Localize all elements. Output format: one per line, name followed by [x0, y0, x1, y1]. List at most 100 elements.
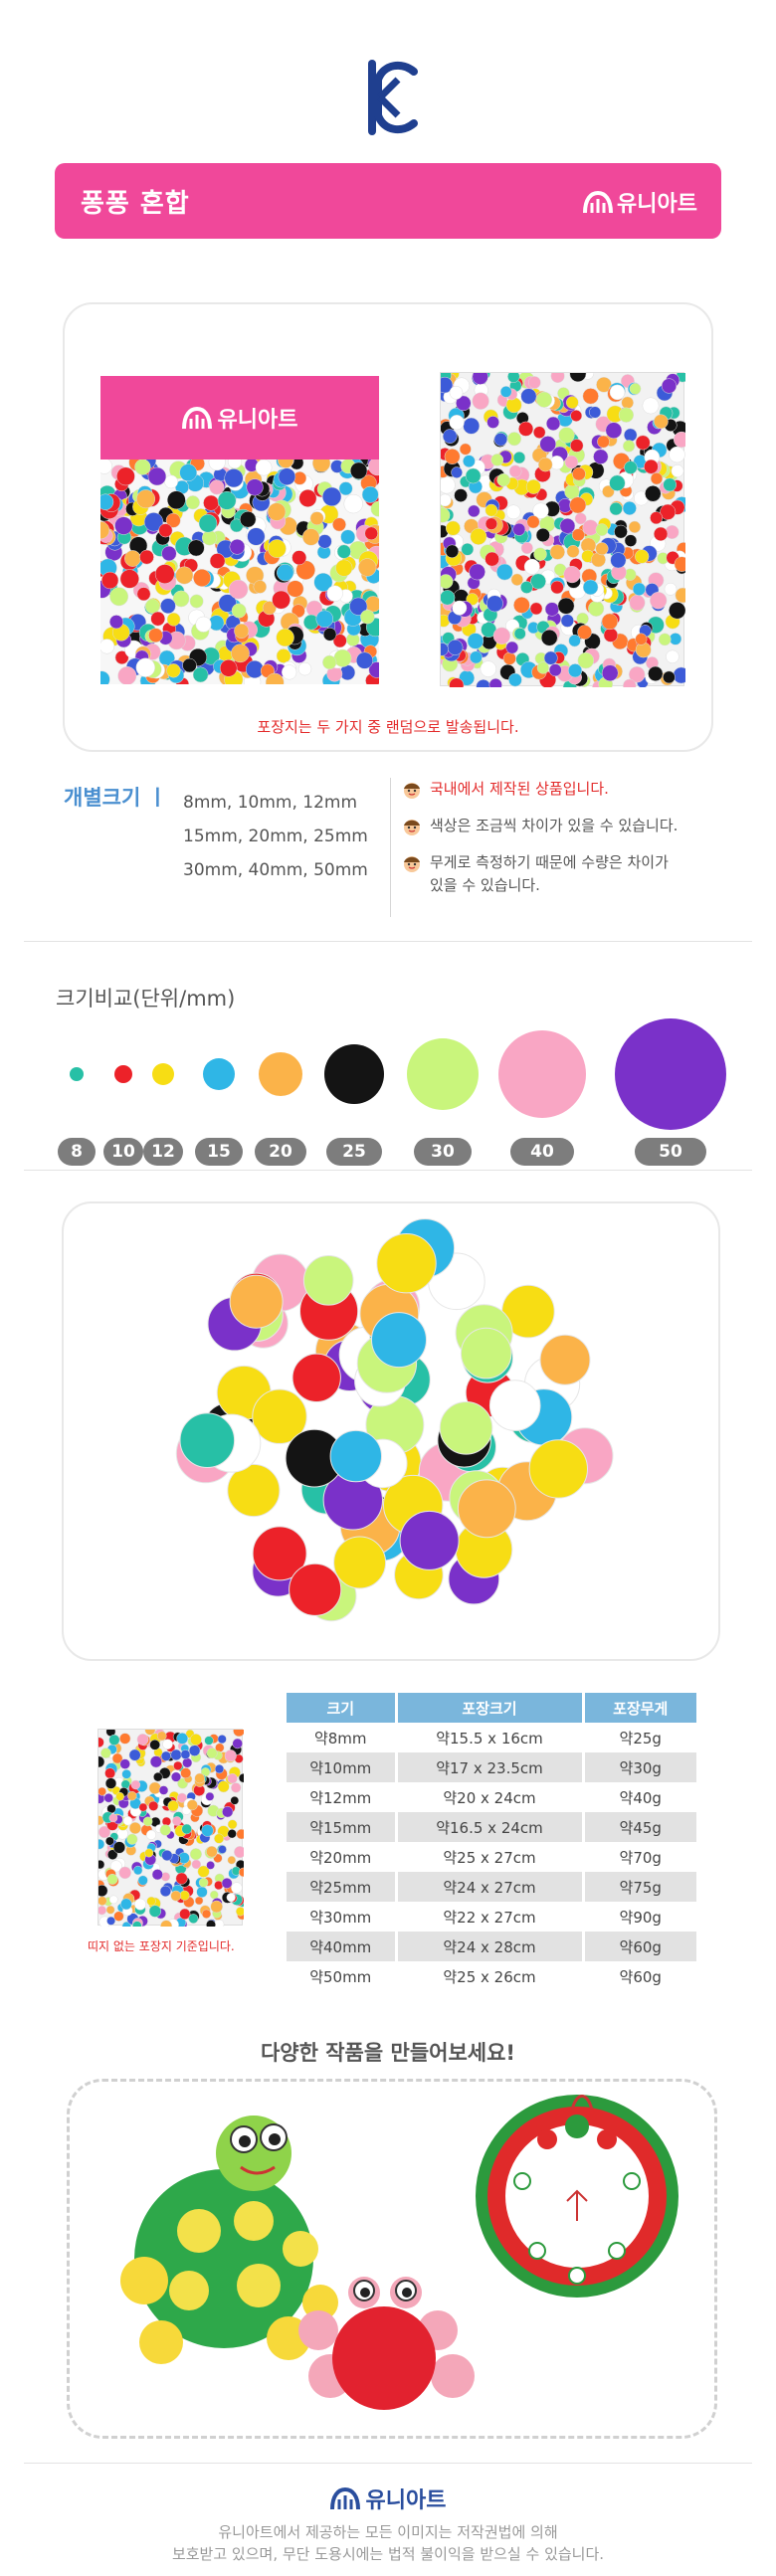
spec-row: 약30mm 약22 x 27cm 약90g — [287, 1902, 696, 1932]
pompom-mix-image — [434, 365, 691, 694]
pompom-pile-box — [62, 1201, 720, 1661]
spec-cell: 약25g — [619, 1729, 662, 1748]
spec-cell: 약30mm — [287, 1902, 398, 1932]
spec-cell: 약20mm — [287, 1842, 398, 1872]
spec-header: 포장무게 — [583, 1693, 696, 1723]
notice-text: 색상은 조금씩 차이가 있을 수 있습니다. — [430, 817, 679, 834]
spec-row: 약15mm 약16.5 x 24cm 약45g — [287, 1812, 696, 1842]
size-label-pill: 50 — [635, 1138, 706, 1166]
spec-row: 약40mm 약24 x 28cm 약60g — [287, 1932, 696, 1961]
notice-text: 무게로 측정하기 때문에 수량은 차이가 있을 수 있습니다. — [430, 853, 669, 894]
spec-cell: 약45g — [583, 1812, 696, 1842]
size-label-pill: 10 — [103, 1138, 143, 1166]
spec-cell: 약75g — [583, 1872, 696, 1902]
spec-cell: 약22 x 27cm — [396, 1902, 585, 1932]
spec-cell: 약60g — [583, 1932, 696, 1961]
kc-mark-icon — [368, 60, 418, 135]
spec-table: 크기 포장크기 포장무게 약8mm 약15.5 x 16cm 약25g 약10mm 약1… — [287, 1693, 696, 1991]
package-photo-box: 유니아트 포장지는 두 가지 중 랜덤으로 발송됩니다. — [63, 302, 713, 752]
spec-row: 약50mm 약25 x 26cm 약60g — [287, 1961, 696, 1991]
thumbnail-note: 띠지 없는 포장지 기준입니다. — [88, 1939, 235, 1953]
notice-item: 무게로 측정하기 때문에 수량은 차이가 있을 수 있습니다. — [402, 851, 730, 897]
footer-brand: 유니아트 — [365, 2488, 447, 2513]
brand-name: 유니아트 — [617, 192, 697, 217]
spec-row: 약8mm 약15.5 x 16cm 약25g — [287, 1723, 696, 1752]
size-label-pill: 20 — [255, 1138, 306, 1166]
title-banner: 퐁퐁 혼합 유니아트 — [55, 163, 721, 239]
size-label-pill: 12 — [143, 1138, 183, 1166]
pompom-pile-image — [175, 1218, 614, 1622]
spec-header: 포장크기 — [396, 1693, 585, 1723]
wreath-craft — [476, 2095, 679, 2298]
size-12-pompom — [152, 1063, 174, 1085]
spec-cell: 약50mm — [287, 1961, 398, 1991]
spec-row: 약25mm 약24 x 27cm 약75g — [287, 1872, 696, 1902]
spec-row: 약20mm 약25 x 27cm 약70g — [287, 1842, 696, 1872]
size-label-pill: 25 — [326, 1138, 382, 1166]
spec-header-row: 크기 포장크기 포장무게 — [287, 1693, 696, 1723]
spec-cell: 약15mm — [287, 1812, 398, 1842]
notice-item: 국내에서 제작된 상품입니다. — [402, 778, 730, 801]
size-label-pill: 30 — [414, 1138, 472, 1166]
product-title: 퐁퐁 혼합 — [81, 189, 190, 219]
size-list: 8mm, 10mm, 12mm 15mm, 20mm, 25mm 30mm, 4… — [183, 786, 368, 887]
spec-cell: 약12mm — [287, 1782, 398, 1812]
spec-cell: 약17 x 23.5cm — [396, 1752, 585, 1782]
size-15-pompom — [203, 1058, 235, 1090]
package-random-note: 포장지는 두 가지 중 랜덤으로 발송됩니다. — [257, 718, 519, 736]
package-label: 유니아트 — [100, 376, 379, 460]
size-25-pompom — [324, 1044, 384, 1104]
spec-cell: 약24 x 28cm — [396, 1932, 585, 1961]
spec-cell: 약20 x 24cm — [396, 1782, 585, 1812]
size-8-pompom — [70, 1067, 84, 1081]
section-divider — [24, 2463, 752, 2464]
notice-list: 국내에서 제작된 상품입니다. 색상은 조금씩 차이가 있을 수 있습니다. 무… — [402, 778, 730, 911]
spec-cell: 약70g — [619, 1848, 662, 1867]
smiley-face-icon — [404, 820, 420, 835]
spec-cell: 약15.5 x 16cm — [396, 1723, 585, 1752]
copyright-notice: 유니아트에서 제공하는 모든 이미지는 저작권법에 의해 보호받고 있으며, 무… — [171, 2523, 605, 2563]
notice-text: 국내에서 제작된 상품입니다. — [430, 780, 609, 798]
size-40-pompom — [498, 1030, 586, 1118]
brand-logo: 유니아트 — [583, 187, 697, 217]
pompom-mix-image — [93, 1724, 249, 1932]
spec-cell: 약25 x 27cm — [396, 1842, 585, 1872]
section-divider — [24, 941, 752, 942]
product-detail-page: 퐁퐁 혼합 유니아트 유니아트 포장지는 두 가지 중 랜덤으로 발송됩니다. — [0, 0, 776, 2576]
craft-examples-box — [67, 2079, 717, 2439]
package-photo-branded: 유니아트 — [100, 376, 379, 684]
spec-cell: 약60g — [619, 1967, 662, 1986]
size-label: 개별크기 ㅣ — [64, 786, 167, 810]
spec-cell: 약16.5 x 24cm — [396, 1812, 585, 1842]
size-line: 15mm, 20mm, 25mm — [183, 827, 368, 846]
size-label-pill: 8 — [58, 1138, 96, 1166]
spec-row: 약10mm 약17 x 23.5cm 약30g — [287, 1752, 696, 1782]
package-label-brand: 유니아트 — [217, 408, 298, 433]
spec-cell: 약8mm — [287, 1723, 398, 1752]
notice-item: 색상은 조금씩 차이가 있을 수 있습니다. — [402, 815, 730, 837]
smiley-face-icon — [404, 783, 420, 799]
unart-logo-icon — [181, 406, 212, 430]
divider — [390, 778, 391, 917]
spec-cell: 약10mm — [287, 1752, 398, 1782]
size-50-pompom — [615, 1018, 726, 1130]
craft-examples-image — [120, 2095, 679, 2410]
spec-cell: 약24 x 27cm — [396, 1872, 585, 1902]
section-divider — [24, 1170, 752, 1171]
spec-cell: 약40mm — [287, 1932, 398, 1961]
smiley-face-icon — [404, 856, 420, 872]
size-line: 8mm, 10mm, 12mm — [183, 793, 358, 813]
spec-cell: 약30g — [583, 1752, 696, 1782]
spec-cell: 약25mm — [287, 1872, 398, 1902]
size-10-pompom — [114, 1065, 132, 1083]
package-photo-plain — [434, 365, 691, 694]
spec-header: 크기 — [287, 1693, 398, 1723]
size-label-pill: 15 — [195, 1138, 243, 1166]
spec-row: 약12mm 약20 x 24cm 약40g — [287, 1782, 696, 1812]
spec-cell: 약40g — [619, 1788, 662, 1807]
size-compare-title: 크기비교(단위/mm) — [56, 987, 236, 1011]
size-20-pompom — [259, 1052, 302, 1096]
package-thumbnail — [93, 1724, 249, 1932]
size-line: 30mm, 40mm, 50mm — [183, 860, 368, 880]
size-30-pompom — [407, 1038, 479, 1110]
